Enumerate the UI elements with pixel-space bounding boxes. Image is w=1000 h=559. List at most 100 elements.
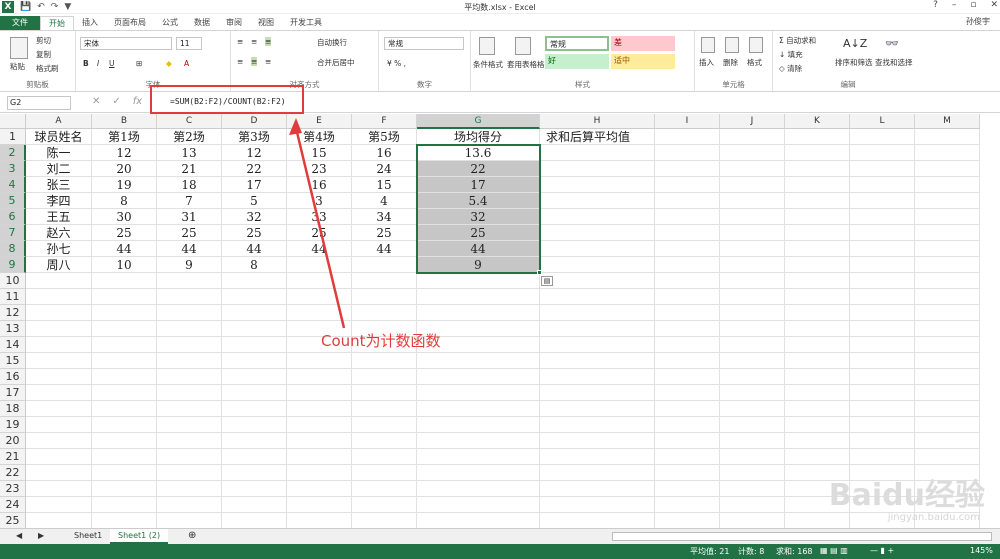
cell-g19[interactable] [417, 417, 540, 433]
select-all-corner[interactable] [0, 114, 26, 129]
cell-m17[interactable] [915, 385, 980, 401]
row-header[interactable]: 12 [0, 305, 26, 321]
cell-h1[interactable]: 求和后算平均值 [540, 129, 655, 145]
row-header[interactable]: 13 [0, 321, 26, 337]
cell-a12[interactable] [26, 305, 92, 321]
cell-j7[interactable] [720, 225, 785, 241]
merge-center-button[interactable]: 合并后居中 [317, 57, 355, 68]
cell-e23[interactable] [287, 481, 352, 497]
cell-j8[interactable] [720, 241, 785, 257]
cell-d8[interactable]: 44 [222, 241, 287, 257]
cell-l8[interactable] [850, 241, 915, 257]
cell-b6[interactable]: 30 [92, 209, 157, 225]
cell-d18[interactable] [222, 401, 287, 417]
cell-j2[interactable] [720, 145, 785, 161]
cell-g16[interactable] [417, 369, 540, 385]
cell-h19[interactable] [540, 417, 655, 433]
cell-b1[interactable]: 第1场 [92, 129, 157, 145]
style-neutral[interactable]: 适中 [611, 54, 675, 69]
cell-e24[interactable] [287, 497, 352, 513]
row-header[interactable]: 10 [0, 273, 26, 289]
cell-c24[interactable] [157, 497, 222, 513]
cell-g8[interactable]: 44 [417, 241, 540, 257]
cell-m5[interactable] [915, 193, 980, 209]
cell-a23[interactable] [26, 481, 92, 497]
align-right-icon[interactable]: ≡ [265, 57, 271, 66]
cell-d2[interactable]: 12 [222, 145, 287, 161]
cell-a13[interactable] [26, 321, 92, 337]
tab-file[interactable]: 文件 [0, 16, 40, 30]
cell-b19[interactable] [92, 417, 157, 433]
cell-j13[interactable] [720, 321, 785, 337]
cell-c19[interactable] [157, 417, 222, 433]
tab-developer[interactable]: 开发工具 [282, 16, 330, 30]
cell-k20[interactable] [785, 433, 850, 449]
cell-g20[interactable] [417, 433, 540, 449]
cell-j19[interactable] [720, 417, 785, 433]
cell-d11[interactable] [222, 289, 287, 305]
font-color-icon[interactable]: A [184, 59, 189, 68]
format-cells-button[interactable]: 格式 [747, 57, 762, 68]
align-top-icon[interactable]: ≡ [237, 37, 243, 46]
cell-d21[interactable] [222, 449, 287, 465]
cell-g10[interactable] [417, 273, 540, 289]
cell-h18[interactable] [540, 401, 655, 417]
clear-button[interactable]: ◇ 清除 [779, 63, 802, 74]
cell-e12[interactable] [287, 305, 352, 321]
cell-k8[interactable] [785, 241, 850, 257]
insert-cells-icon[interactable] [701, 37, 715, 53]
cell-e5[interactable]: 3 [287, 193, 352, 209]
cell-i7[interactable] [655, 225, 720, 241]
cell-g25[interactable] [417, 513, 540, 528]
tab-review[interactable]: 审阅 [218, 16, 250, 30]
cell-c25[interactable] [157, 513, 222, 528]
name-box[interactable]: G2 [7, 96, 71, 110]
row-header[interactable]: 23 [0, 481, 26, 497]
cell-j5[interactable] [720, 193, 785, 209]
cell-h10[interactable] [540, 273, 655, 289]
cell-e20[interactable] [287, 433, 352, 449]
cell-e17[interactable] [287, 385, 352, 401]
cell-c4[interactable]: 18 [157, 177, 222, 193]
cell-f23[interactable] [352, 481, 417, 497]
cell-i18[interactable] [655, 401, 720, 417]
cell-k17[interactable] [785, 385, 850, 401]
number-format-dropdown[interactable]: 常规 [384, 37, 464, 50]
cell-a8[interactable]: 孙七 [26, 241, 92, 257]
cell-a14[interactable] [26, 337, 92, 353]
cell-c13[interactable] [157, 321, 222, 337]
cell-j10[interactable] [720, 273, 785, 289]
cell-c16[interactable] [157, 369, 222, 385]
cell-b5[interactable]: 8 [92, 193, 157, 209]
cell-i21[interactable] [655, 449, 720, 465]
row-header[interactable]: 21 [0, 449, 26, 465]
cell-k12[interactable] [785, 305, 850, 321]
column-header-j[interactable]: J [720, 114, 785, 129]
cell-e22[interactable] [287, 465, 352, 481]
cell-g7[interactable]: 25 [417, 225, 540, 241]
cell-i11[interactable] [655, 289, 720, 305]
cell-m13[interactable] [915, 321, 980, 337]
cell-k15[interactable] [785, 353, 850, 369]
cell-j12[interactable] [720, 305, 785, 321]
cell-c8[interactable]: 44 [157, 241, 222, 257]
column-header-b[interactable]: B [92, 114, 157, 129]
cell-l7[interactable] [850, 225, 915, 241]
cell-c17[interactable] [157, 385, 222, 401]
next-sheet-icon[interactable]: ▶ [30, 529, 52, 544]
cell-b10[interactable] [92, 273, 157, 289]
cell-f21[interactable] [352, 449, 417, 465]
cell-h17[interactable] [540, 385, 655, 401]
cell-l13[interactable] [850, 321, 915, 337]
sort-icon[interactable]: A↓Z [843, 37, 867, 50]
cell-m10[interactable] [915, 273, 980, 289]
cell-c10[interactable] [157, 273, 222, 289]
cell-k7[interactable] [785, 225, 850, 241]
cell-f8[interactable]: 44 [352, 241, 417, 257]
italic-button[interactable]: I [97, 59, 99, 68]
cell-l3[interactable] [850, 161, 915, 177]
cell-m2[interactable] [915, 145, 980, 161]
cell-l9[interactable] [850, 257, 915, 273]
cell-j1[interactable] [720, 129, 785, 145]
formula-input[interactable]: =SUM(B2:F2)/COUNT(B2:F2) [170, 97, 286, 106]
